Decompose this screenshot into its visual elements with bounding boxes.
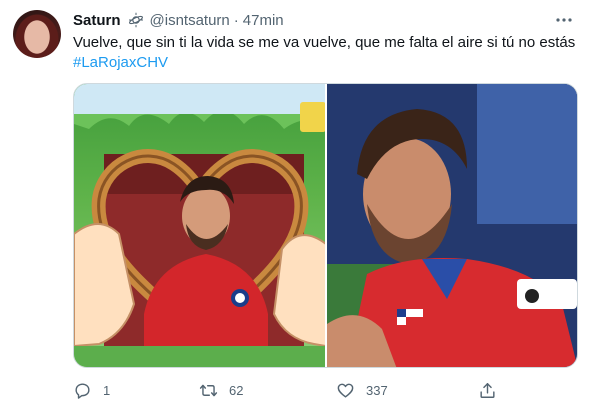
tweet-actions: 1 62 337: [73, 376, 513, 404]
share-button[interactable]: [478, 376, 497, 404]
retweet-count: 62: [229, 382, 244, 398]
tweet-media: [73, 83, 578, 368]
more-options-button[interactable]: [554, 10, 574, 30]
tweet-text: Vuelve, que sin ti la vida se me va vuel…: [73, 33, 583, 73]
timestamp[interactable]: 47min: [243, 12, 284, 29]
share-icon: [480, 382, 495, 398]
reply-button[interactable]: 1: [73, 376, 110, 404]
tweet-body: Vuelve, que sin ti la vida se me va vuel…: [73, 34, 576, 51]
retweet-button[interactable]: 62: [199, 376, 243, 404]
saturn-badge-icon: [128, 12, 143, 28]
separator-dot: ·: [233, 11, 239, 29]
reply-icon: [75, 382, 90, 399]
hashtag-link[interactable]: #LaRojaxCHV: [73, 53, 583, 73]
media-image-right[interactable]: [327, 84, 577, 367]
retweet-icon: [199, 384, 218, 396]
player-in-red-jersey-photo: [327, 84, 577, 367]
media-image-left[interactable]: [74, 84, 325, 367]
author-handle[interactable]: @isntsaturn: [150, 12, 230, 29]
reply-count: 1: [103, 382, 111, 398]
tweet-card[interactable]: Saturn @isntsaturn · 47min Vuelve, que s…: [0, 0, 594, 413]
more-dots-icon: [556, 18, 572, 22]
heart-icon: [337, 383, 354, 398]
like-count: 337: [366, 382, 388, 398]
like-button[interactable]: 337: [336, 376, 388, 404]
heart-frame-player-photo: [74, 84, 325, 367]
tweet-header: Saturn @isntsaturn · 47min: [73, 10, 574, 30]
avatar[interactable]: [13, 10, 61, 58]
author-name[interactable]: Saturn: [73, 12, 121, 29]
